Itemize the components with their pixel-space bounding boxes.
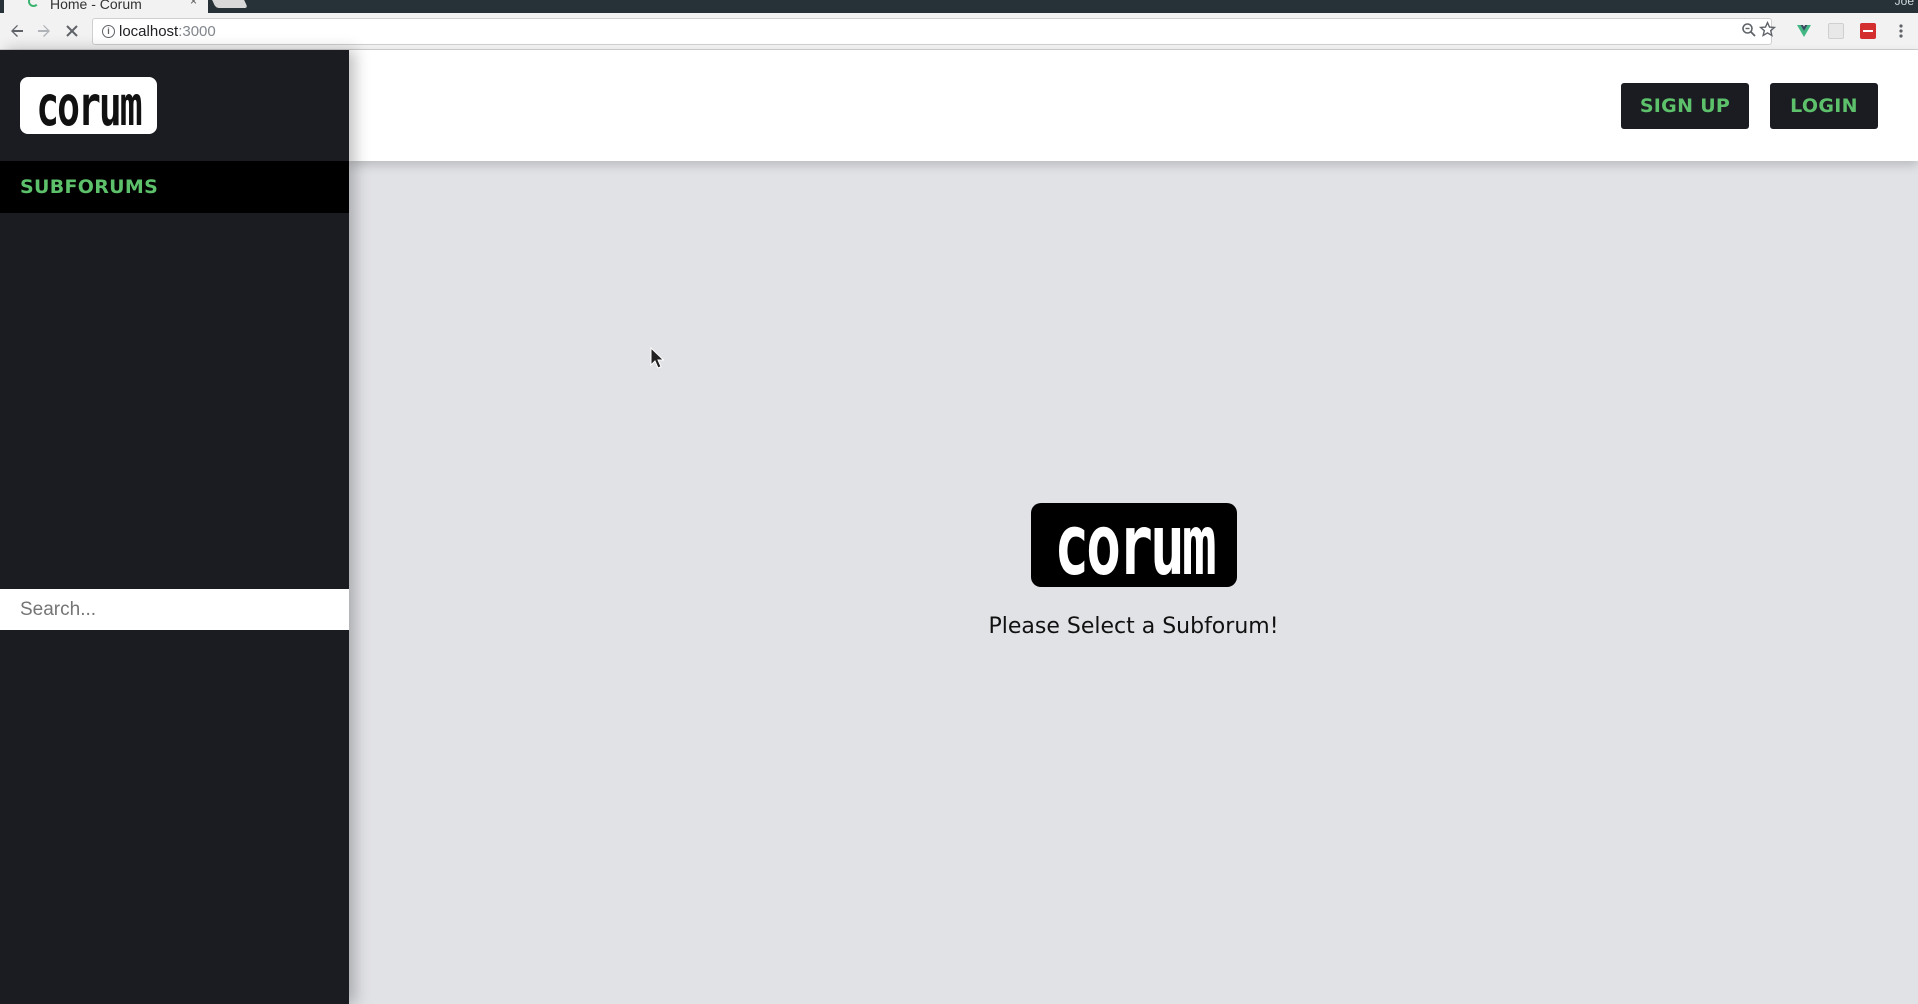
center-logo: corum (1031, 496, 1237, 594)
main-content: corum Please Select a Subforum! (349, 161, 1918, 1004)
browser-tab-active[interactable]: Home - Corum × (4, 0, 208, 13)
mouse-cursor-icon (650, 347, 664, 369)
vue-devtools-extension-icon[interactable] (1796, 23, 1812, 39)
stop-loading-icon[interactable] (60, 19, 84, 43)
bookmark-star-icon[interactable] (1758, 20, 1777, 42)
center-logo-text: corum (1054, 495, 1217, 595)
browser-menu-icon[interactable] (1889, 19, 1913, 43)
extension-icon[interactable] (1828, 23, 1844, 39)
site-info-icon[interactable]: i (102, 25, 115, 38)
new-tab-button[interactable] (212, 0, 248, 8)
search-input[interactable] (0, 589, 349, 630)
address-bar[interactable]: i localhost:3000 (92, 18, 1777, 45)
url-host: localhost (119, 23, 179, 40)
browser-tab-title: Home - Corum (50, 0, 142, 12)
url-port: :3000 (178, 23, 216, 40)
sign-up-button[interactable]: SIGN UP (1621, 83, 1749, 129)
back-icon[interactable] (5, 19, 29, 43)
sidebar-logo-text: corum (36, 73, 142, 138)
app-viewport: corum SUBFORUMS SIGN UP LOGIN corum Plea… (0, 50, 1918, 1004)
browser-tabstrip: Home - Corum × Joe (0, 0, 1918, 13)
forward-icon[interactable] (32, 19, 56, 43)
zoom-icon[interactable] (1741, 22, 1757, 42)
select-subforum-prompt: Please Select a Subforum! (988, 614, 1279, 639)
subforums-label: SUBFORUMS (20, 176, 159, 198)
top-header: SIGN UP LOGIN (349, 50, 1918, 161)
browser-profile-name[interactable]: Joe (1895, 0, 1914, 8)
corum-favicon-icon (28, 0, 39, 7)
sidebar-logo[interactable]: corum (20, 74, 157, 137)
password-manager-extension-icon[interactable] (1860, 23, 1876, 39)
address-url[interactable]: localhost:3000 (119, 23, 216, 40)
login-button[interactable]: LOGIN (1770, 83, 1878, 129)
sidebar-subforums-header: SUBFORUMS (0, 161, 349, 213)
sidebar: corum SUBFORUMS (0, 50, 349, 1004)
browser-toolbar: i localhost:3000 (0, 13, 1918, 50)
close-tab-icon[interactable]: × (190, 0, 197, 8)
